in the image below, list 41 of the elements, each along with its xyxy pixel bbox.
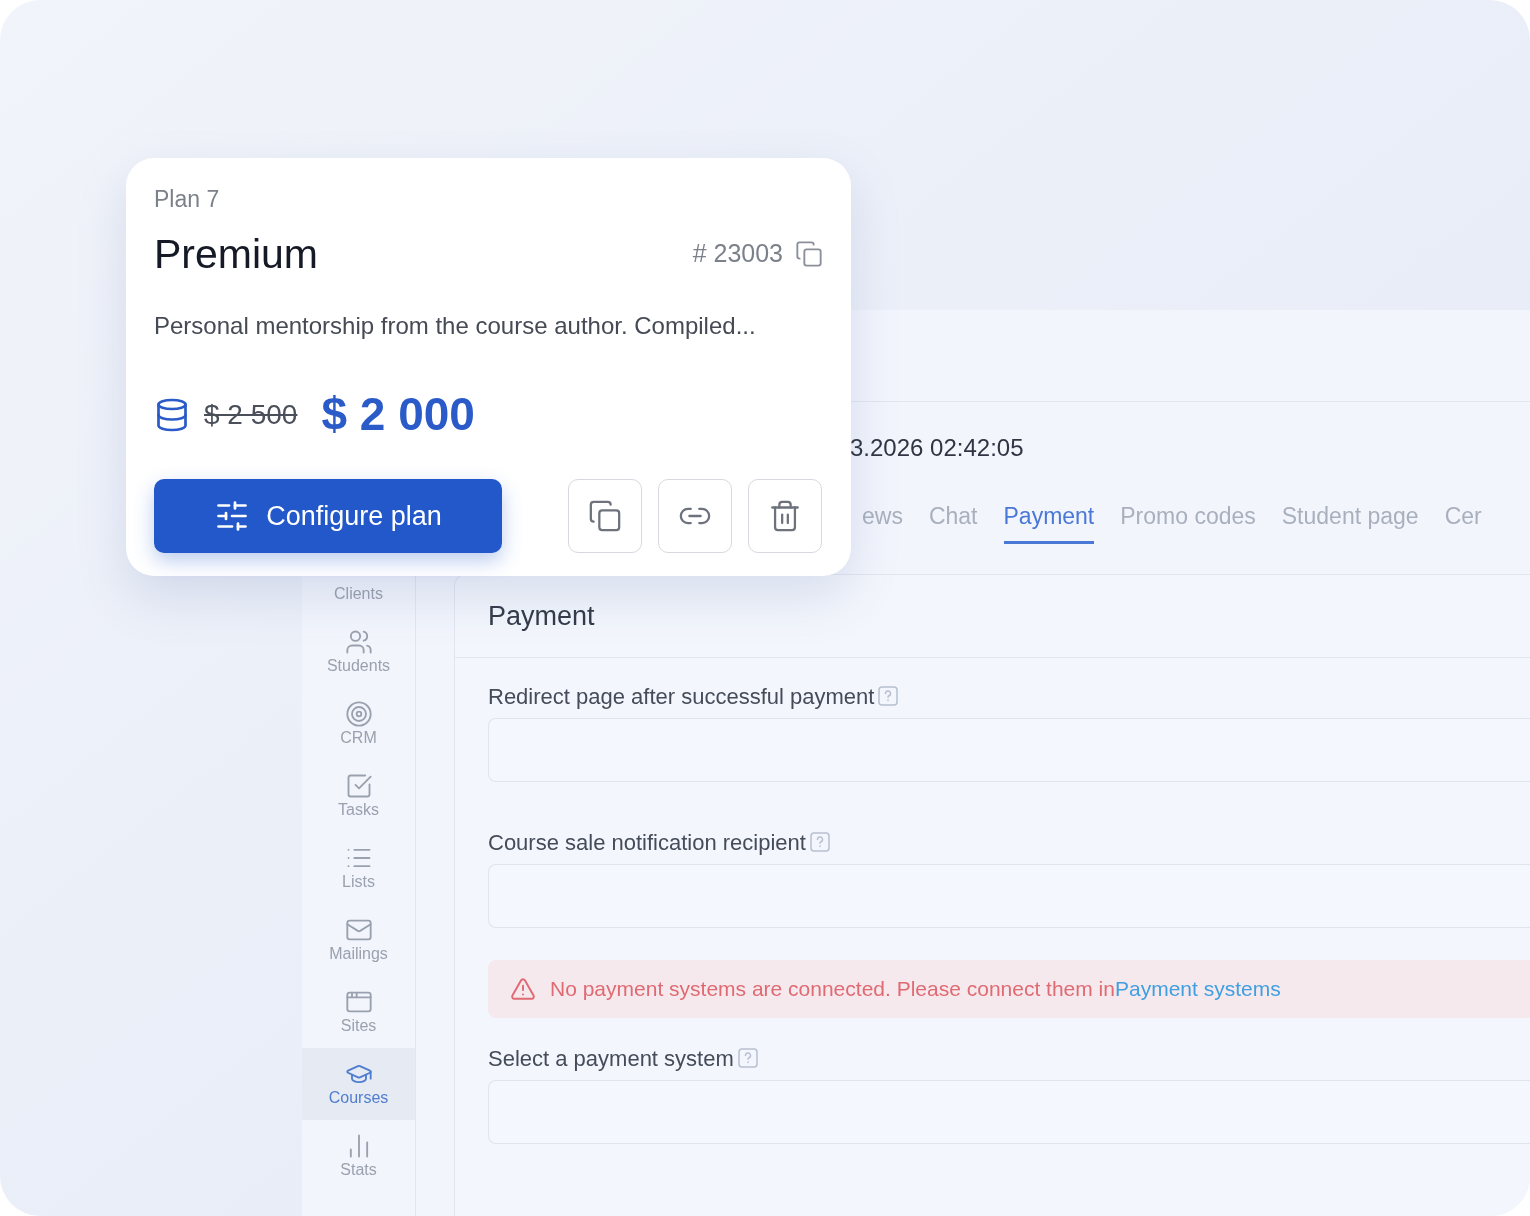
tab[interactable]: Cer: [1444, 492, 1482, 544]
help-icon: [737, 1048, 758, 1068]
plan-id: # 23003: [692, 238, 783, 270]
field-label: Course sale notification recipient: [488, 828, 806, 857]
tab[interactable]: Promo codes: [1120, 492, 1256, 544]
panel-title: Payment: [488, 599, 595, 633]
sidebar-item[interactable]: Students: [302, 616, 415, 688]
tab[interactable]: ews: [862, 492, 903, 544]
sidebar-item[interactable]: Stats: [302, 1120, 415, 1192]
warning-icon: [510, 976, 536, 1002]
plan-label: Plan 7: [154, 185, 221, 214]
tab[interactable]: Payment: [1003, 492, 1095, 544]
sidebar-item[interactable]: Mailings: [302, 904, 415, 976]
plan-description: Personal mentorship from the course author. Compiled...: [154, 311, 757, 341]
field-label: Redirect page after successful payment: [488, 682, 875, 711]
date-time: 3.2026 02:42:05: [850, 434, 1024, 461]
sidebar-item[interactable]: Clients: [302, 582, 415, 616]
delete-button[interactable]: [748, 479, 822, 553]
alert-text: No payment systems are connected. Please connect them inPayment systems: [550, 976, 1281, 1003]
link-button[interactable]: [658, 479, 732, 553]
old-price: $ 2 500: [204, 397, 298, 432]
tab[interactable]: Chat: [928, 492, 978, 544]
sidebar-item[interactable]: CRM: [302, 688, 415, 760]
sidebar-item[interactable]: Sites: [302, 976, 415, 1048]
sidebar-item[interactable]: Courses: [302, 1048, 415, 1120]
help-icon: [809, 832, 830, 852]
sidebar-item[interactable]: Tasks: [302, 760, 415, 832]
sidebar-item[interactable]: Lists: [302, 832, 415, 904]
price: $ 2 000: [321, 387, 475, 442]
field-label: Select a payment system: [488, 1044, 734, 1073]
target-icon: [344, 700, 373, 728]
copy-icon: [588, 499, 622, 533]
configure-plan-button[interactable]: Configure plan: [154, 479, 502, 553]
copy-icon[interactable]: [795, 240, 823, 268]
duplicate-button[interactable]: [568, 479, 642, 553]
help-icon: [878, 686, 899, 706]
plan-title: Premium: [154, 230, 319, 279]
tab[interactable]: Student page: [1281, 492, 1419, 544]
people-icon: [344, 628, 373, 656]
payment-systems-link[interactable]: Payment systems: [1114, 977, 1281, 1001]
trash-icon: [768, 499, 802, 533]
